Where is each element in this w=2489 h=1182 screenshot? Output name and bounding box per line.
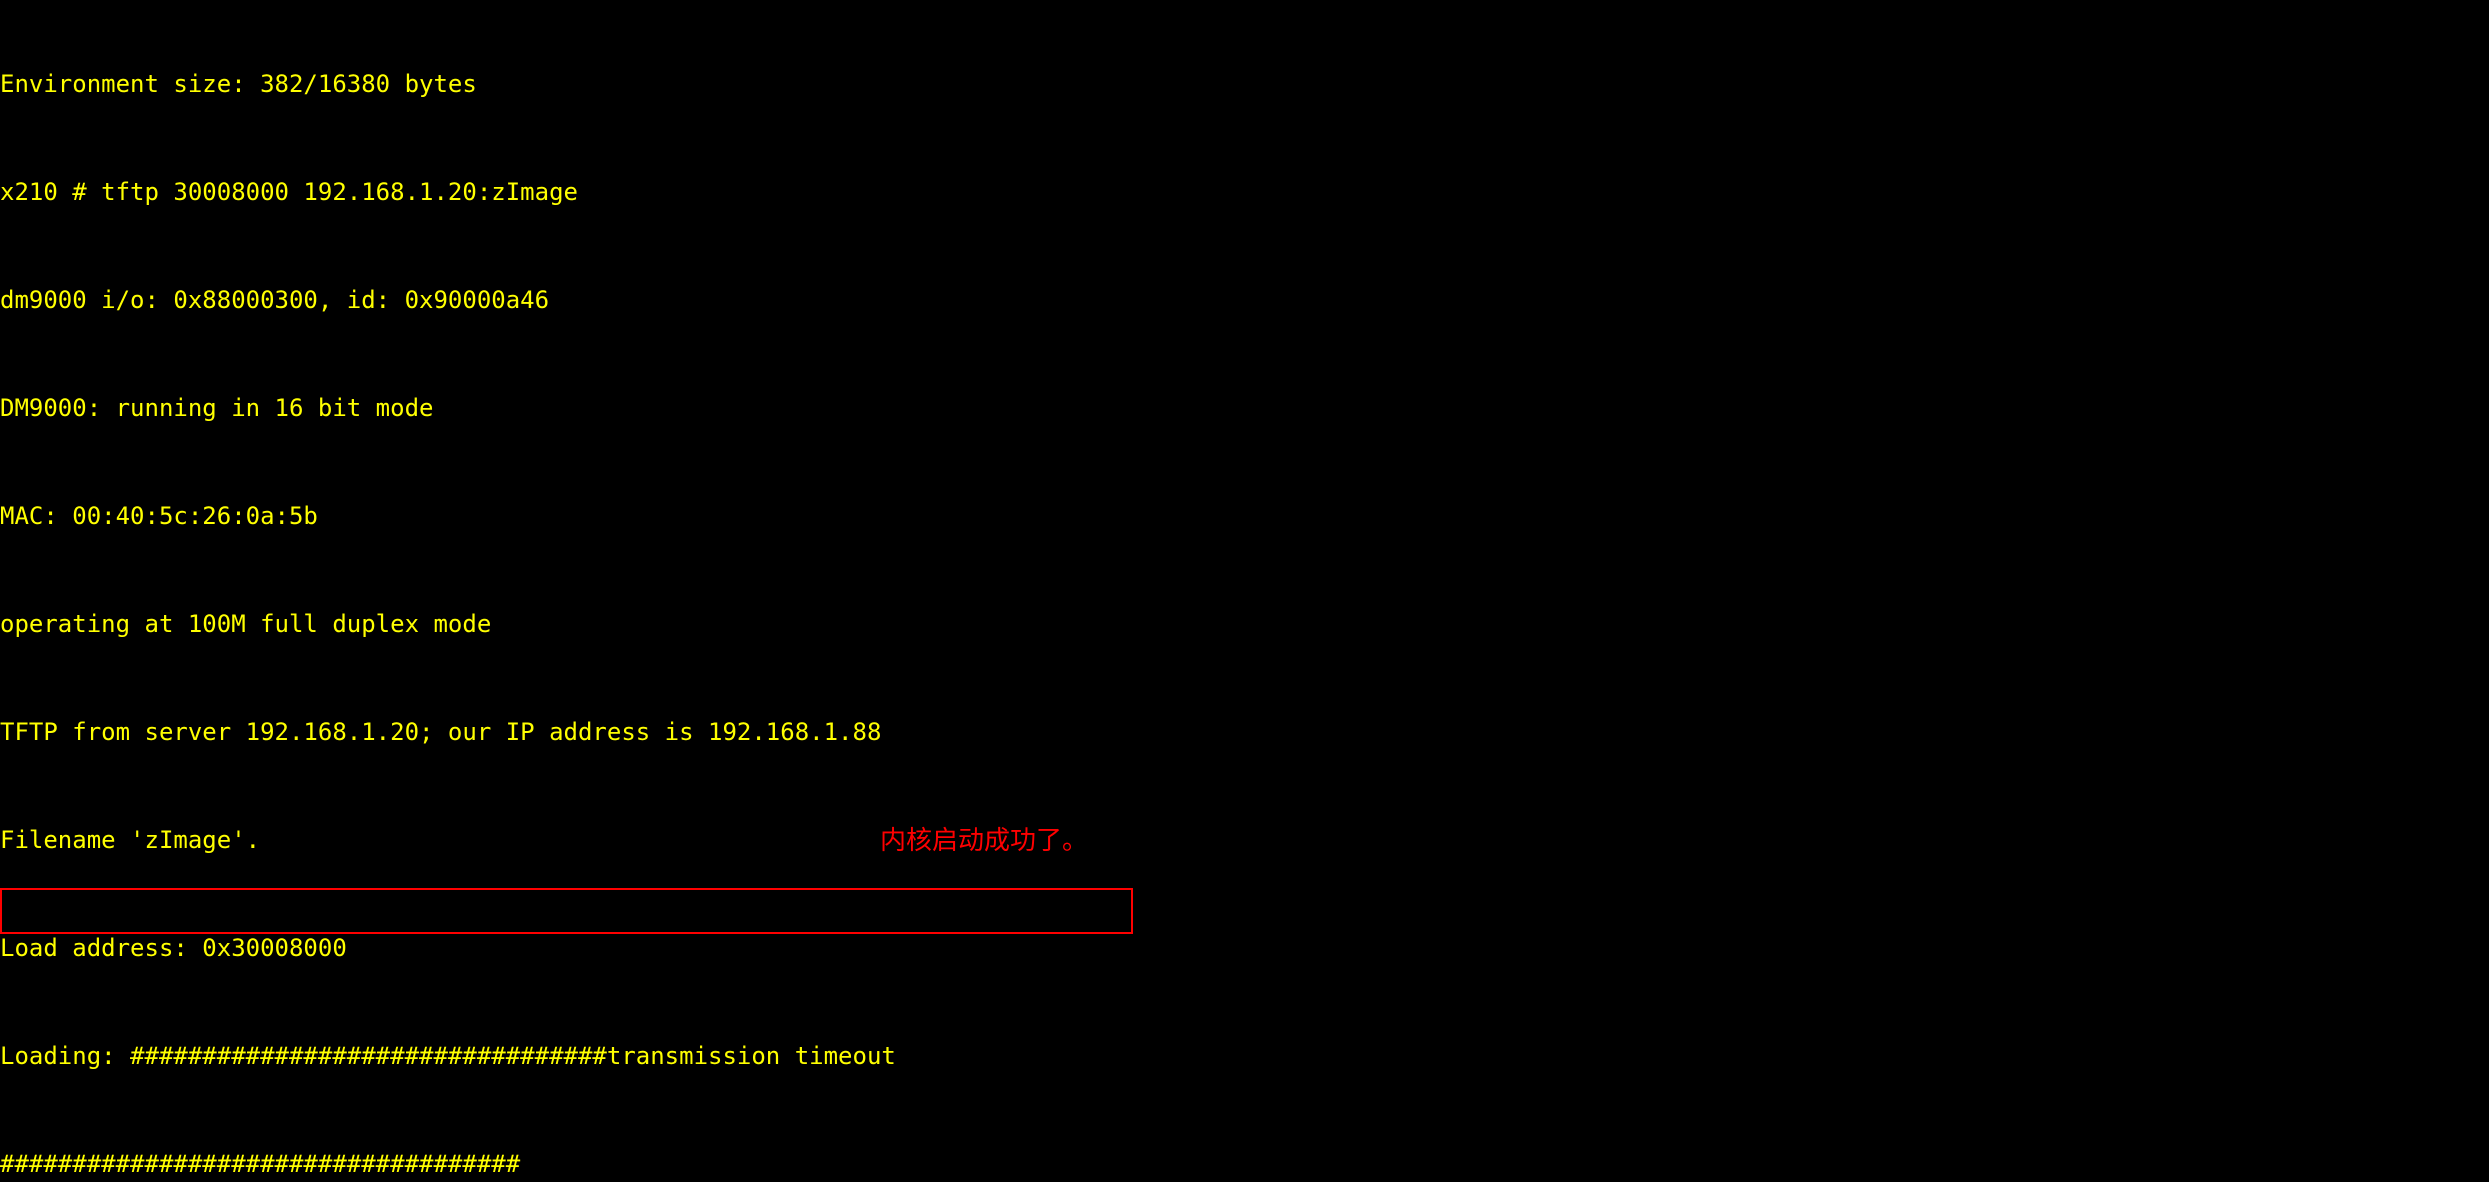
console-line: x210 # tftp 30008000 192.168.1.20:zImage xyxy=(0,178,578,206)
console-line: operating at 100M full duplex mode xyxy=(0,610,492,638)
console-line: dm9000 i/o: 0x88000300, id: 0x90000a46 xyxy=(0,286,550,314)
console-line: Load address: 0x30008000 xyxy=(0,934,347,962)
console-line: MAC: 00:40:5c:26:0a:5b xyxy=(0,502,318,530)
console-line: Filename 'zImage'. xyxy=(0,826,261,854)
console-line: #################################### xyxy=(0,1150,521,1178)
console-line: Environment size: 382/16380 bytes xyxy=(0,70,477,98)
console-output: Environment size: 382/16380 bytes x210 #… xyxy=(0,0,2489,1182)
annotation-note: 内核启动成功了。 xyxy=(880,826,1089,856)
console-line: Loading: ###############################… xyxy=(0,1042,896,1070)
console-line: TFTP from server 192.168.1.20; our IP ad… xyxy=(0,718,882,746)
console-line: DM9000: running in 16 bit mode xyxy=(0,394,434,422)
terminal-console[interactable]: Environment size: 382/16380 bytes x210 #… xyxy=(0,0,2489,1182)
